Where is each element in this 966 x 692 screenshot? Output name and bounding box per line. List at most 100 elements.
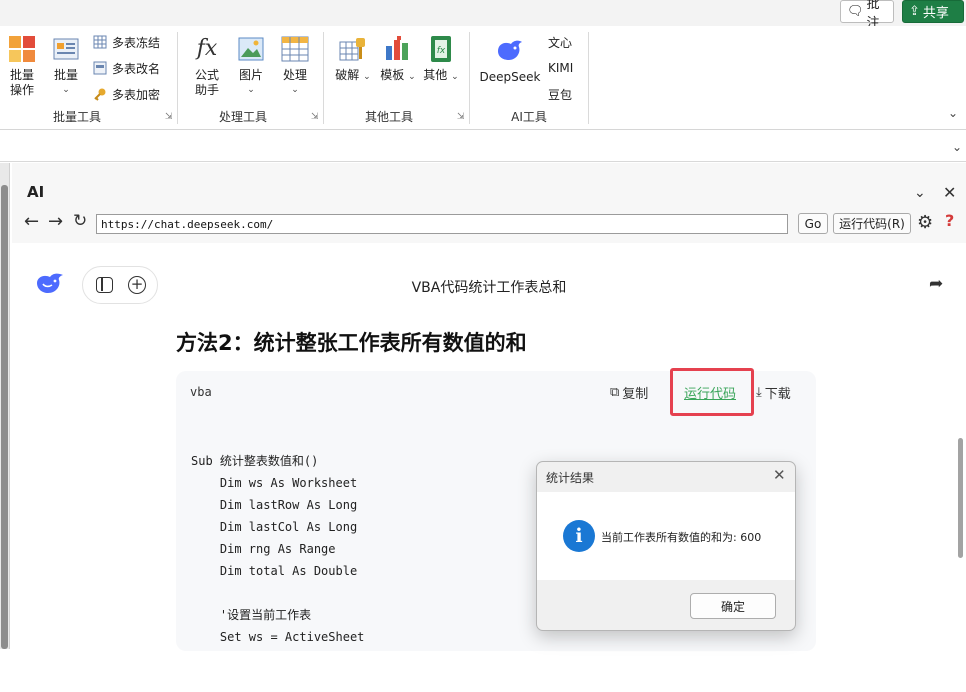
formula-bar-strip: ⌄ <box>0 138 966 162</box>
go-button[interactable]: Go <box>798 213 828 234</box>
multi-sheet-encrypt-button[interactable]: 多表加密 <box>93 85 160 103</box>
code-line: Dim total As Double <box>191 564 358 578</box>
kimi-label: KIMI <box>548 61 574 75</box>
comment-button[interactable]: 🗨 批注 <box>840 0 894 31</box>
copy-label: 复制 <box>622 387 649 402</box>
batch-label: 批量 <box>53 68 78 82</box>
info-icon: i <box>563 520 595 552</box>
share-button[interactable]: ⇪ 共享 <box>902 0 964 23</box>
code-line: Set ws = ActiveSheet <box>191 630 365 644</box>
url-input[interactable] <box>96 214 788 234</box>
back-arrow-icon[interactable]: ← <box>24 211 39 232</box>
result-dialog: 统计结果 ✕ i 当前工作表所有数值的和为: 600 确定 <box>536 461 796 631</box>
picture-dropdown-icon: ⌄ <box>247 85 255 95</box>
group-divider <box>177 32 178 124</box>
scrollbar-thumb[interactable] <box>1 185 8 649</box>
ai-pane: AI ⌄ ✕ ← → ↻ Go 运行代码(R) ⚙ ? + VBA代码统计工作表… <box>12 163 966 651</box>
template-button[interactable]: 模板 ⌄ <box>378 34 418 85</box>
chat-title: VBA代码统计工作表总和 <box>411 280 567 296</box>
dialog-title: 统计结果 <box>546 471 595 485</box>
title-strip: 🗨 批注 ⇪ 共享 <box>0 0 966 31</box>
wenxin-button[interactable]: 文心 <box>548 33 572 51</box>
forward-arrow-icon[interactable]: → <box>48 211 63 232</box>
download-button[interactable]: ⤓ 下载 <box>756 383 791 402</box>
expand-chevron-icon[interactable]: ⌄ <box>952 140 962 154</box>
code-line: Dim ws As Worksheet <box>191 476 358 490</box>
page-scrollbar-thumb[interactable] <box>958 438 963 558</box>
ok-button[interactable]: 确定 <box>690 593 776 619</box>
code-line: Dim lastCol As Long <box>191 520 358 534</box>
left-scroll-gutter <box>0 163 10 649</box>
other-label: 其他 ⌄ <box>423 68 459 82</box>
dialog-close-icon[interactable]: ✕ <box>773 466 786 484</box>
rename-icon <box>93 61 107 75</box>
group-label-ai: AI工具 <box>511 110 547 124</box>
copy-icon: ⧉ <box>610 385 620 400</box>
share-icon: ⇪ <box>909 4 920 19</box>
crack-label: 破解 ⌄ <box>335 68 371 82</box>
group-launcher-icon[interactable]: ⇲ <box>457 112 465 122</box>
batch-operate-icon <box>9 36 35 62</box>
other-button[interactable]: fx 其他 ⌄ <box>421 34 461 85</box>
key-icon <box>94 88 106 101</box>
svg-text:fx: fx <box>437 46 446 56</box>
formula-helper-button[interactable]: fx 公式 助手 <box>191 34 223 98</box>
wenxin-label: 文心 <box>548 35 573 50</box>
multi-sheet-freeze-button[interactable]: 多表冻结 <box>93 33 160 51</box>
group-divider <box>323 32 324 124</box>
code-line: Sub 统计整表数值和() <box>191 454 319 468</box>
group-divider <box>469 32 470 124</box>
picture-label: 图片 <box>238 68 263 82</box>
formula-helper-label-2: 助手 <box>194 83 219 97</box>
deepseek-button[interactable]: DeepSeek <box>478 36 542 85</box>
share-arrow-icon[interactable]: ➦ <box>929 274 943 294</box>
fx-icon: fx <box>196 36 218 61</box>
picture-button[interactable]: 图片 ⌄ <box>235 34 267 98</box>
picture-icon <box>238 37 264 61</box>
process-button[interactable]: 处理 ⌄ <box>279 34 311 98</box>
crack-button[interactable]: 破解 ⌄ <box>333 34 373 85</box>
run-code-button[interactable]: 运行代码(R) <box>833 213 911 234</box>
deepseek-whale-icon <box>498 40 522 60</box>
code-text: Sub 统计整表数值和() Dim ws As Worksheet Dim la… <box>191 428 364 692</box>
deepseek-label: DeepSeek <box>479 70 541 84</box>
process-label: 处理 <box>282 68 307 82</box>
group-launcher-icon[interactable]: ⇲ <box>165 112 173 122</box>
crack-icon <box>339 38 365 61</box>
close-icon[interactable]: ✕ <box>943 183 956 202</box>
refresh-icon[interactable]: ↻ <box>73 211 87 231</box>
multi-sheet-freeze-label: 多表冻结 <box>112 35 161 50</box>
browser-content: + VBA代码统计工作表总和 ➦ 方法2：统计整张工作表所有数值的和 vba ⧉… <box>12 243 966 651</box>
ai-pane-title: AI <box>27 183 45 201</box>
chevron-down-icon[interactable]: ⌄ <box>914 185 926 201</box>
group-launcher-icon[interactable]: ⇲ <box>311 112 319 122</box>
table-process-icon <box>281 36 309 62</box>
doubao-label: 豆包 <box>548 87 573 102</box>
multi-sheet-encrypt-label: 多表加密 <box>112 87 161 102</box>
group-divider <box>588 32 589 124</box>
multi-sheet-rename-label: 多表改名 <box>112 61 161 76</box>
kimi-button[interactable]: KIMI <box>548 59 573 77</box>
download-icon: ⤓ <box>756 385 762 400</box>
ribbon-collapse-icon[interactable]: ⌄ <box>948 106 958 120</box>
batch-dropdown-icon: ⌄ <box>62 85 70 95</box>
dialog-message: 当前工作表所有数值的和为: 600 <box>601 531 762 544</box>
template-label: 模板 ⌄ <box>380 68 416 82</box>
multi-sheet-rename-button[interactable]: 多表改名 <box>93 59 160 77</box>
code-line: Dim lastRow As Long <box>191 498 358 512</box>
comment-icon: 🗨 <box>847 4 864 19</box>
answer-heading: 方法2：统计整张工作表所有数值的和 <box>176 331 527 355</box>
batch-button[interactable]: 批量 ⌄ <box>50 34 82 98</box>
batch-operate-button[interactable]: 批量 操作 <box>6 34 38 98</box>
doubao-button[interactable]: 豆包 <box>548 85 572 103</box>
process-dropdown-icon: ⌄ <box>291 85 299 95</box>
share-label: 共享 <box>922 6 949 21</box>
help-icon[interactable]: ? <box>945 211 954 230</box>
batch-icon <box>53 38 79 60</box>
download-label: 下载 <box>764 387 791 402</box>
highlight-box <box>670 368 754 416</box>
gear-icon[interactable]: ⚙ <box>917 212 933 233</box>
group-label-other: 其他工具 <box>364 110 413 124</box>
copy-button[interactable]: ⧉ 复制 <box>610 383 648 402</box>
